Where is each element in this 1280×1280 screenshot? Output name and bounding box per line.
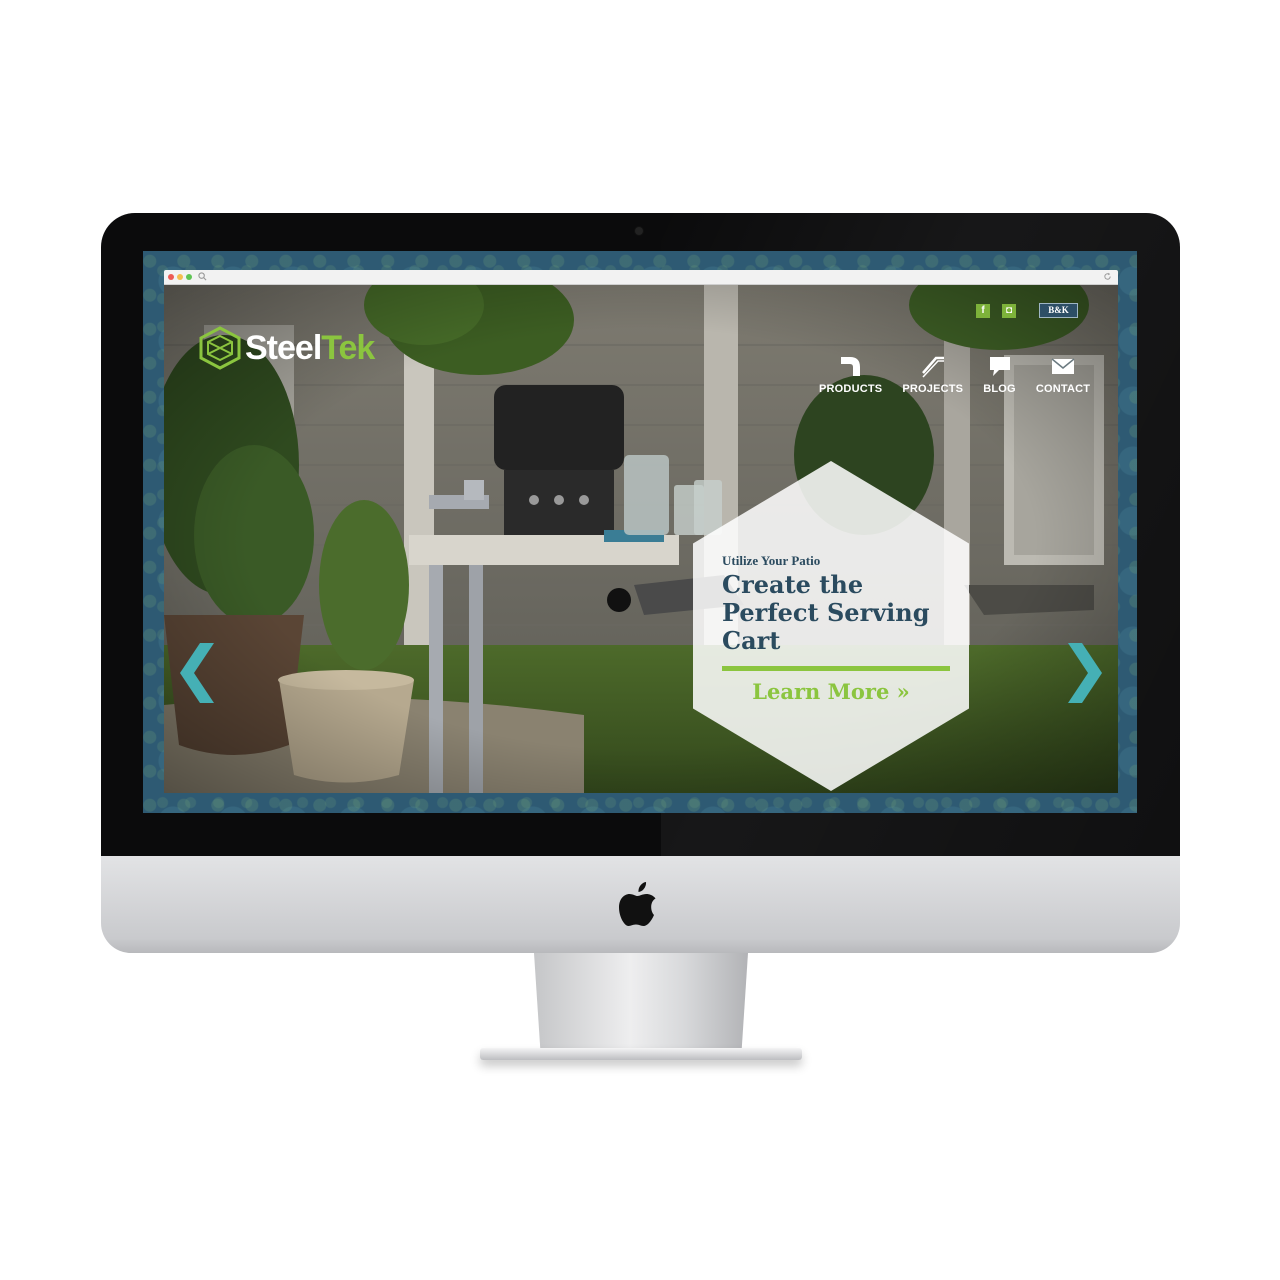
minimize-window-button[interactable] <box>177 274 183 280</box>
camera-lens <box>635 227 643 235</box>
partner-badge[interactable]: B&K <box>1039 303 1078 318</box>
nav-label: PROJECTS <box>902 383 964 395</box>
envelope-icon <box>1051 358 1075 374</box>
nav-label: BLOG <box>983 383 1016 395</box>
apple-logo-icon <box>619 882 656 926</box>
close-window-button[interactable] <box>168 274 174 280</box>
learn-more-link[interactable]: Learn More » <box>693 679 969 704</box>
main-nav: PRODUCTS PROJECTS BLOG CONTACT <box>819 353 1110 395</box>
reload-icon[interactable] <box>1103 272 1112 281</box>
instagram-icon[interactable]: ◘ <box>1002 304 1016 318</box>
nav-projects[interactable]: PROJECTS <box>902 353 963 395</box>
website-screen: SteelTek f ◘ B&K PRODUCTS PROJECTS BLOG … <box>143 251 1137 813</box>
chevron-left-icon[interactable] <box>178 641 218 705</box>
chevron-right-icon[interactable] <box>1064 641 1104 705</box>
search-icon <box>198 272 207 281</box>
maximize-window-button[interactable] <box>186 274 192 280</box>
hexagon-logo-icon <box>199 326 241 370</box>
hero-title: Create the Perfect Serving Cart <box>722 570 930 655</box>
facebook-icon[interactable]: f <box>976 304 990 318</box>
monitor-stand-base <box>480 1048 802 1060</box>
nav-contact[interactable]: CONTACT <box>1036 353 1090 395</box>
nav-label: CONTACT <box>1035 383 1091 395</box>
nav-products[interactable]: PRODUCTS <box>819 353 882 395</box>
hero-eyebrow: Utilize Your Patio <box>722 553 821 568</box>
pipe-elbow-icon <box>840 357 860 376</box>
nav-blog[interactable]: BLOG <box>983 353 1016 395</box>
social-links: f ◘ <box>976 304 1028 318</box>
nav-label: PRODUCTS <box>819 383 883 395</box>
hero-divider <box>722 666 950 671</box>
hero-slider: SteelTek f ◘ B&K PRODUCTS PROJECTS BLOG … <box>164 285 1118 793</box>
speech-bubble-icon <box>989 357 1010 376</box>
pipe-angle-icon <box>921 356 944 378</box>
steeltek-logo[interactable]: SteelTek <box>197 326 375 370</box>
logo-wordmark: SteelTek <box>245 328 375 367</box>
monitor-stand <box>534 953 748 1051</box>
browser-toolbar <box>164 270 1118 285</box>
